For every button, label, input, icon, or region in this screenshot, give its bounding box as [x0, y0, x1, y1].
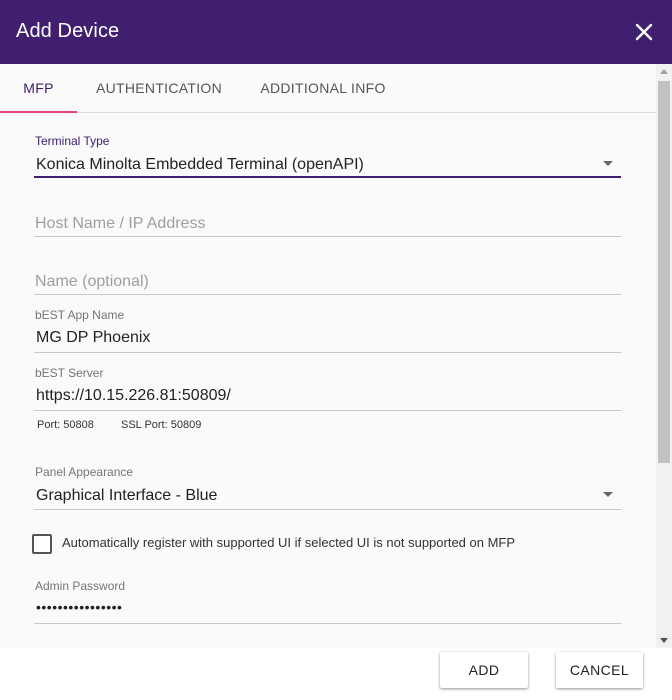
ssl-port-text: SSL Port: 50809 — [121, 419, 202, 431]
name-input[interactable]: Name (optional) — [34, 261, 621, 295]
server-label: bEST Server — [35, 366, 104, 380]
panel-appearance-select[interactable]: Panel Appearance Graphical Interface - B… — [34, 465, 621, 510]
app-name-value: MG DP Phoenix — [36, 329, 151, 346]
panel-appearance-underline — [34, 509, 621, 510]
scrollbar-thumb[interactable] — [658, 81, 670, 463]
vertical-scrollbar[interactable] — [656, 64, 672, 648]
dialog-header: Add Device — [0, 0, 672, 64]
scroll-up-icon[interactable] — [660, 69, 668, 74]
tab-bar: MFP AUTHENTICATION ADDITIONAL INFO — [0, 64, 656, 113]
app-name-underline — [34, 352, 621, 353]
terminal-type-label: Terminal Type — [35, 134, 110, 148]
panel-appearance-value: Graphical Interface - Blue — [36, 487, 218, 504]
scroll-down-icon[interactable] — [660, 638, 668, 643]
auto-register-checkbox[interactable] — [32, 534, 52, 554]
dialog-title: Add Device — [16, 20, 120, 42]
host-underline — [34, 236, 621, 237]
admin-password-label: Admin Password — [35, 579, 126, 593]
cancel-button[interactable]: CANCEL — [556, 652, 643, 688]
app-name-input[interactable]: bEST App Name MG DP Phoenix — [34, 308, 621, 353]
chevron-down-icon — [603, 492, 613, 497]
close-icon[interactable] — [632, 20, 656, 44]
app-name-label: bEST App Name — [35, 308, 125, 322]
panel-appearance-label: Panel Appearance — [35, 465, 134, 479]
tab-authentication[interactable]: AUTHENTICATION — [86, 64, 232, 112]
host-input[interactable]: Host Name / IP Address — [34, 203, 621, 237]
auto-register-label: Automatically register with supported UI… — [62, 535, 516, 550]
port-text: Port: 50808 — [37, 419, 94, 431]
server-input[interactable]: bEST Server https://10.15.226.81:50809/ — [34, 366, 621, 411]
terminal-type-select[interactable]: Terminal Type Konica Minolta Embedded Te… — [34, 133, 621, 179]
admin-password-underline — [34, 623, 621, 624]
tab-additional-info[interactable]: ADDITIONAL INFO — [250, 64, 396, 112]
name-underline — [34, 294, 621, 295]
dialog-footer: ADD CANCEL — [0, 648, 672, 700]
chevron-down-icon — [603, 161, 613, 166]
form-content: Terminal Type Konica Minolta Embedded Te… — [0, 113, 656, 648]
server-value: https://10.15.226.81:50809/ — [36, 387, 231, 404]
add-button[interactable]: ADD — [440, 652, 528, 688]
admin-password-value: •••••••••••••••• — [36, 599, 123, 615]
server-underline — [34, 410, 621, 411]
host-placeholder: Host Name / IP Address — [35, 215, 206, 232]
terminal-type-underline — [34, 176, 621, 178]
terminal-type-value: Konica Minolta Embedded Terminal (openAP… — [36, 156, 364, 173]
name-placeholder: Name (optional) — [35, 273, 149, 290]
admin-password-input[interactable]: Admin Password •••••••••••••••• — [34, 579, 621, 624]
tab-mfp[interactable]: MFP — [0, 64, 77, 112]
